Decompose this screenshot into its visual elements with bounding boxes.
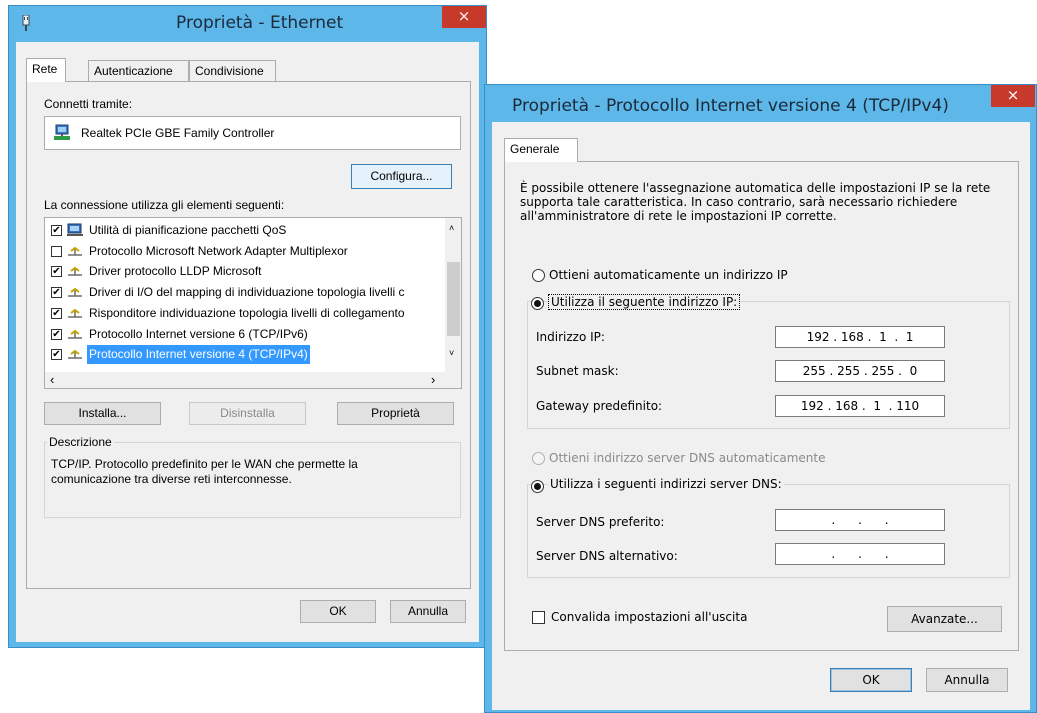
auto-ip-label[interactable]: Ottieni automaticamente un indirizzo IP (549, 268, 788, 282)
uninstall-button[interactable]: Disinstalla (189, 402, 306, 425)
alternate-dns-label: Server DNS alternativo: (536, 549, 678, 563)
items-label: La connessione utilizza gli elementi seg… (44, 198, 285, 212)
rete-tab-panel: Connetti tramite: Realtek PCIe GBE Famil… (26, 81, 471, 589)
description-label: Descrizione (47, 435, 114, 449)
configure-button[interactable]: Configura... (351, 164, 452, 189)
subnet-mask-label: Subnet mask: (536, 364, 619, 378)
item-checkbox[interactable]: ✔ (51, 287, 62, 299)
description-text: TCP/IP. Protocollo predefinito per le WA… (51, 457, 358, 486)
intro-text: È possibile ottenere l'assegnazione auto… (520, 181, 991, 223)
install-button[interactable]: Installa... (44, 402, 161, 425)
list-item-label: Protocollo Internet versione 6 (TCP/IPv6… (89, 326, 308, 341)
tab-condivisione[interactable]: Condivisione (189, 60, 276, 82)
ipv4-title-bar[interactable]: Proprietà - Protocollo Internet versione… (485, 85, 1036, 121)
ethernet-client-area: Rete Autenticazione Condivisione Connett… (16, 42, 479, 642)
gateway-label: Gateway predefinito: (536, 399, 663, 413)
close-icon: × (457, 7, 471, 25)
ipv4-cancel-button[interactable]: Annulla (926, 668, 1008, 692)
alternate-dns-field[interactable]: . . . (775, 543, 945, 565)
items-list-rows: ✔ Utilità di pianificazione pacchetti QoS… (45, 218, 445, 372)
validate-label[interactable]: Convalida impostazioni all'uscita (551, 610, 747, 624)
manual-ip-group: Utilizza il seguente indirizzo IP: Indir… (527, 294, 1010, 429)
network-adapter-icon (54, 124, 70, 140)
list-item-label: Driver protocollo LLDP Microsoft (89, 264, 262, 279)
ethernet-properties-window: Proprietà - Ethernet × Rete Autenticazio… (8, 5, 487, 648)
advanced-button[interactable]: Avanzate... (887, 606, 1002, 632)
properties-button[interactable]: Proprietà (337, 402, 454, 425)
list-item-label: Risponditore individuazione topologia li… (89, 305, 405, 320)
qos-scheduler-icon (67, 223, 83, 236)
ipv4-ok-button[interactable]: OK (830, 668, 912, 692)
ip-address-field[interactable]: 192 . 168 . 1 . 1 (775, 326, 945, 348)
ok-button[interactable]: OK (300, 600, 376, 623)
auto-dns-radio[interactable] (532, 452, 545, 465)
auto-ip-radio[interactable] (532, 269, 545, 282)
scroll-down-icon[interactable]: ˅ (449, 348, 454, 358)
vertical-scrollbar[interactable]: ˄ ˅ (445, 218, 461, 372)
tab-generale[interactable]: Generale (504, 138, 578, 162)
ipv4-properties-window: Proprietà - Protocollo Internet versione… (484, 84, 1037, 713)
items-list[interactable]: ✔ Utilità di pianificazione pacchetti QoS… (44, 217, 462, 389)
protocol-icon (68, 308, 82, 318)
protocol-icon (68, 349, 82, 359)
protocol-icon (68, 246, 82, 256)
manual-dns-label[interactable]: Utilizza i seguenti indirizzi server DNS… (548, 477, 784, 491)
item-checkbox[interactable]: ✔ (51, 328, 62, 340)
scroll-up-icon[interactable]: ˄ (449, 223, 454, 233)
auto-dns-label[interactable]: Ottieni indirizzo server DNS automaticam… (549, 451, 826, 465)
horizontal-scrollbar[interactable]: ‹ › (45, 372, 445, 388)
preferred-dns-label: Server DNS preferito: (536, 515, 665, 529)
list-item-label: Utilità di pianificazione pacchetti QoS (89, 223, 287, 237)
adapter-name: Realtek PCIe GBE Family Controller (81, 126, 275, 140)
description-group: Descrizione TCP/IP. Protocollo predefini… (44, 435, 461, 518)
manual-dns-group: Utilizza i seguenti indirizzi server DNS… (527, 477, 1010, 578)
protocol-icon (68, 287, 82, 297)
tab-autenticazione[interactable]: Autenticazione (88, 60, 189, 82)
manual-ip-radio[interactable] (531, 297, 544, 310)
adapter-box: Realtek PCIe GBE Family Controller (44, 116, 461, 150)
preferred-dns-field[interactable]: . . . (775, 509, 945, 531)
item-checkbox[interactable]: ✔ (51, 349, 62, 361)
manual-ip-label[interactable]: Utilizza il seguente indirizzo IP: (548, 294, 741, 310)
ipv4-client-area: Generale È possibile ottenere l'assegnaz… (492, 122, 1030, 710)
ipv4-close-button[interactable]: × (991, 85, 1035, 107)
item-checkbox[interactable]: ✔ (51, 307, 62, 319)
list-item-label: Protocollo Internet versione 4 (TCP/IPv4… (87, 345, 310, 365)
protocol-icon (68, 267, 82, 277)
ethernet-close-button[interactable]: × (442, 6, 486, 28)
ethernet-window-title: Proprietà - Ethernet (176, 13, 344, 33)
gateway-field[interactable]: 192 . 168 . 1 . 110 (775, 395, 945, 417)
item-checkbox[interactable] (51, 245, 62, 257)
scrollbar-thumb[interactable] (447, 262, 460, 336)
validate-checkbox[interactable] (532, 611, 545, 624)
item-checkbox[interactable]: ✔ (51, 225, 62, 236)
list-item-label: Protocollo Microsoft Network Adapter Mul… (89, 243, 348, 258)
ip-address-label: Indirizzo IP: (536, 330, 605, 344)
manual-dns-radio[interactable] (531, 480, 544, 493)
generale-tab-panel: È possibile ottenere l'assegnazione auto… (504, 161, 1019, 651)
protocol-icon (68, 329, 82, 339)
scroll-right-icon[interactable]: › (431, 372, 435, 387)
network-adapter-icon (22, 15, 30, 31)
cancel-button[interactable]: Annulla (390, 600, 466, 623)
connect-via-label: Connetti tramite: (44, 97, 133, 111)
item-checkbox[interactable]: ✔ (51, 266, 62, 278)
subnet-mask-field[interactable]: 255 . 255 . 255 . 0 (775, 360, 945, 382)
ipv4-window-title: Proprietà - Protocollo Internet versione… (512, 96, 949, 116)
list-item-label: Driver di I/O del mapping di individuazi… (89, 285, 405, 300)
close-icon: × (1006, 86, 1020, 104)
scrollbar-corner (445, 372, 461, 388)
scroll-left-icon[interactable]: ‹ (50, 372, 54, 387)
ethernet-title-bar[interactable]: Proprietà - Ethernet × (9, 6, 486, 42)
tab-rete[interactable]: Rete (26, 58, 66, 82)
